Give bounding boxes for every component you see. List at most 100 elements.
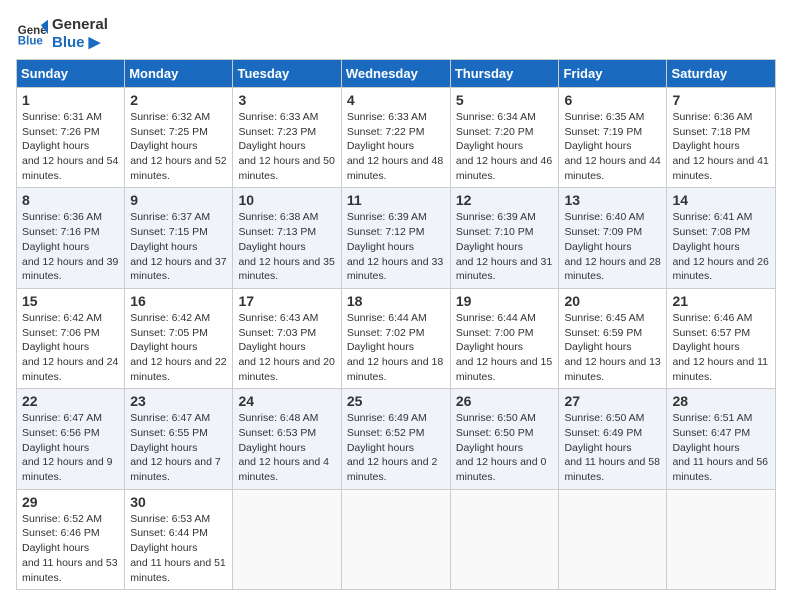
- logo-general: General: [52, 16, 108, 33]
- calendar-cell: 12 Sunrise: 6:39 AMSunset: 7:10 PMDaylig…: [450, 188, 559, 288]
- day-detail: Sunrise: 6:36 AMSunset: 7:16 PMDaylight …: [22, 211, 118, 282]
- calendar-cell: 24 Sunrise: 6:48 AMSunset: 6:53 PMDaylig…: [233, 389, 341, 489]
- calendar-cell: 29 Sunrise: 6:52 AMSunset: 6:46 PMDaylig…: [17, 489, 125, 589]
- calendar-cell: 30 Sunrise: 6:53 AMSunset: 6:44 PMDaylig…: [125, 489, 233, 589]
- day-number: 24: [238, 393, 335, 409]
- calendar-cell: 15 Sunrise: 6:42 AMSunset: 7:06 PMDaylig…: [17, 288, 125, 388]
- day-number: 6: [564, 92, 661, 108]
- day-number: 14: [672, 192, 770, 208]
- calendar-cell: 21 Sunrise: 6:46 AMSunset: 6:57 PMDaylig…: [667, 288, 776, 388]
- calendar-cell: 22 Sunrise: 6:47 AMSunset: 6:56 PMDaylig…: [17, 389, 125, 489]
- day-detail: Sunrise: 6:33 AMSunset: 7:23 PMDaylight …: [238, 111, 334, 182]
- col-friday: Friday: [559, 60, 667, 88]
- col-wednesday: Wednesday: [341, 60, 450, 88]
- calendar-cell: 8 Sunrise: 6:36 AMSunset: 7:16 PMDayligh…: [17, 188, 125, 288]
- day-detail: Sunrise: 6:32 AMSunset: 7:25 PMDaylight …: [130, 111, 226, 182]
- day-number: 10: [238, 192, 335, 208]
- day-number: 8: [22, 192, 119, 208]
- col-sunday: Sunday: [17, 60, 125, 88]
- calendar-cell: 5 Sunrise: 6:34 AMSunset: 7:20 PMDayligh…: [450, 88, 559, 188]
- calendar-cell: 1 Sunrise: 6:31 AMSunset: 7:26 PMDayligh…: [17, 88, 125, 188]
- day-number: 12: [456, 192, 554, 208]
- day-detail: Sunrise: 6:40 AMSunset: 7:09 PMDaylight …: [564, 211, 660, 282]
- calendar-cell: 4 Sunrise: 6:33 AMSunset: 7:22 PMDayligh…: [341, 88, 450, 188]
- col-saturday: Saturday: [667, 60, 776, 88]
- logo-blue: Blue ▶: [52, 33, 108, 51]
- calendar-cell: 19 Sunrise: 6:44 AMSunset: 7:00 PMDaylig…: [450, 288, 559, 388]
- day-number: 19: [456, 293, 554, 309]
- day-number: 30: [130, 494, 227, 510]
- day-number: 18: [347, 293, 445, 309]
- day-number: 25: [347, 393, 445, 409]
- day-detail: Sunrise: 6:31 AMSunset: 7:26 PMDaylight …: [22, 111, 118, 182]
- day-number: 27: [564, 393, 661, 409]
- day-detail: Sunrise: 6:44 AMSunset: 7:00 PMDaylight …: [456, 312, 552, 383]
- day-detail: Sunrise: 6:39 AMSunset: 7:10 PMDaylight …: [456, 211, 552, 282]
- day-number: 21: [672, 293, 770, 309]
- svg-text:Blue: Blue: [18, 35, 44, 47]
- day-number: 16: [130, 293, 227, 309]
- day-detail: Sunrise: 6:43 AMSunset: 7:03 PMDaylight …: [238, 312, 334, 383]
- day-detail: Sunrise: 6:39 AMSunset: 7:12 PMDaylight …: [347, 211, 443, 282]
- header: General Blue General Blue ▶: [16, 16, 776, 51]
- calendar-cell: 23 Sunrise: 6:47 AMSunset: 6:55 PMDaylig…: [125, 389, 233, 489]
- day-detail: Sunrise: 6:50 AMSunset: 6:50 PMDaylight …: [456, 412, 547, 483]
- day-detail: Sunrise: 6:42 AMSunset: 7:06 PMDaylight …: [22, 312, 118, 383]
- day-detail: Sunrise: 6:49 AMSunset: 6:52 PMDaylight …: [347, 412, 438, 483]
- calendar-cell: 2 Sunrise: 6:32 AMSunset: 7:25 PMDayligh…: [125, 88, 233, 188]
- col-thursday: Thursday: [450, 60, 559, 88]
- col-tuesday: Tuesday: [233, 60, 341, 88]
- day-detail: Sunrise: 6:42 AMSunset: 7:05 PMDaylight …: [130, 312, 226, 383]
- day-number: 5: [456, 92, 554, 108]
- calendar-cell: [450, 489, 559, 589]
- day-number: 2: [130, 92, 227, 108]
- day-number: 4: [347, 92, 445, 108]
- calendar-cell: 27 Sunrise: 6:50 AMSunset: 6:49 PMDaylig…: [559, 389, 667, 489]
- calendar-cell: 16 Sunrise: 6:42 AMSunset: 7:05 PMDaylig…: [125, 288, 233, 388]
- day-detail: Sunrise: 6:41 AMSunset: 7:08 PMDaylight …: [672, 211, 768, 282]
- day-detail: Sunrise: 6:47 AMSunset: 6:56 PMDaylight …: [22, 412, 113, 483]
- day-number: 1: [22, 92, 119, 108]
- day-number: 26: [456, 393, 554, 409]
- col-monday: Monday: [125, 60, 233, 88]
- day-number: 22: [22, 393, 119, 409]
- day-detail: Sunrise: 6:37 AMSunset: 7:15 PMDaylight …: [130, 211, 226, 282]
- calendar-cell: 10 Sunrise: 6:38 AMSunset: 7:13 PMDaylig…: [233, 188, 341, 288]
- calendar-cell: [233, 489, 341, 589]
- day-number: 20: [564, 293, 661, 309]
- calendar-cell: 20 Sunrise: 6:45 AMSunset: 6:59 PMDaylig…: [559, 288, 667, 388]
- day-number: 17: [238, 293, 335, 309]
- day-number: 29: [22, 494, 119, 510]
- calendar-cell: 25 Sunrise: 6:49 AMSunset: 6:52 PMDaylig…: [341, 389, 450, 489]
- logo-icon: General Blue: [16, 18, 48, 50]
- day-detail: Sunrise: 6:38 AMSunset: 7:13 PMDaylight …: [238, 211, 334, 282]
- day-number: 28: [672, 393, 770, 409]
- day-detail: Sunrise: 6:51 AMSunset: 6:47 PMDaylight …: [672, 412, 768, 483]
- calendar-cell: 28 Sunrise: 6:51 AMSunset: 6:47 PMDaylig…: [667, 389, 776, 489]
- day-detail: Sunrise: 6:47 AMSunset: 6:55 PMDaylight …: [130, 412, 221, 483]
- day-number: 3: [238, 92, 335, 108]
- day-detail: Sunrise: 6:35 AMSunset: 7:19 PMDaylight …: [564, 111, 660, 182]
- calendar-cell: 3 Sunrise: 6:33 AMSunset: 7:23 PMDayligh…: [233, 88, 341, 188]
- calendar-cell: 17 Sunrise: 6:43 AMSunset: 7:03 PMDaylig…: [233, 288, 341, 388]
- day-number: 13: [564, 192, 661, 208]
- day-number: 11: [347, 192, 445, 208]
- calendar-cell: 13 Sunrise: 6:40 AMSunset: 7:09 PMDaylig…: [559, 188, 667, 288]
- day-number: 15: [22, 293, 119, 309]
- day-detail: Sunrise: 6:44 AMSunset: 7:02 PMDaylight …: [347, 312, 443, 383]
- day-number: 23: [130, 393, 227, 409]
- calendar-cell: [559, 489, 667, 589]
- day-detail: Sunrise: 6:34 AMSunset: 7:20 PMDaylight …: [456, 111, 552, 182]
- calendar-cell: 11 Sunrise: 6:39 AMSunset: 7:12 PMDaylig…: [341, 188, 450, 288]
- calendar-cell: 14 Sunrise: 6:41 AMSunset: 7:08 PMDaylig…: [667, 188, 776, 288]
- logo: General Blue General Blue ▶: [16, 16, 108, 51]
- day-detail: Sunrise: 6:48 AMSunset: 6:53 PMDaylight …: [238, 412, 329, 483]
- calendar-cell: 9 Sunrise: 6:37 AMSunset: 7:15 PMDayligh…: [125, 188, 233, 288]
- day-detail: Sunrise: 6:36 AMSunset: 7:18 PMDaylight …: [672, 111, 768, 182]
- calendar-cell: [341, 489, 450, 589]
- calendar-cell: 6 Sunrise: 6:35 AMSunset: 7:19 PMDayligh…: [559, 88, 667, 188]
- day-detail: Sunrise: 6:46 AMSunset: 6:57 PMDaylight …: [672, 312, 768, 383]
- calendar-cell: 26 Sunrise: 6:50 AMSunset: 6:50 PMDaylig…: [450, 389, 559, 489]
- calendar-cell: [667, 489, 776, 589]
- calendar-cell: 18 Sunrise: 6:44 AMSunset: 7:02 PMDaylig…: [341, 288, 450, 388]
